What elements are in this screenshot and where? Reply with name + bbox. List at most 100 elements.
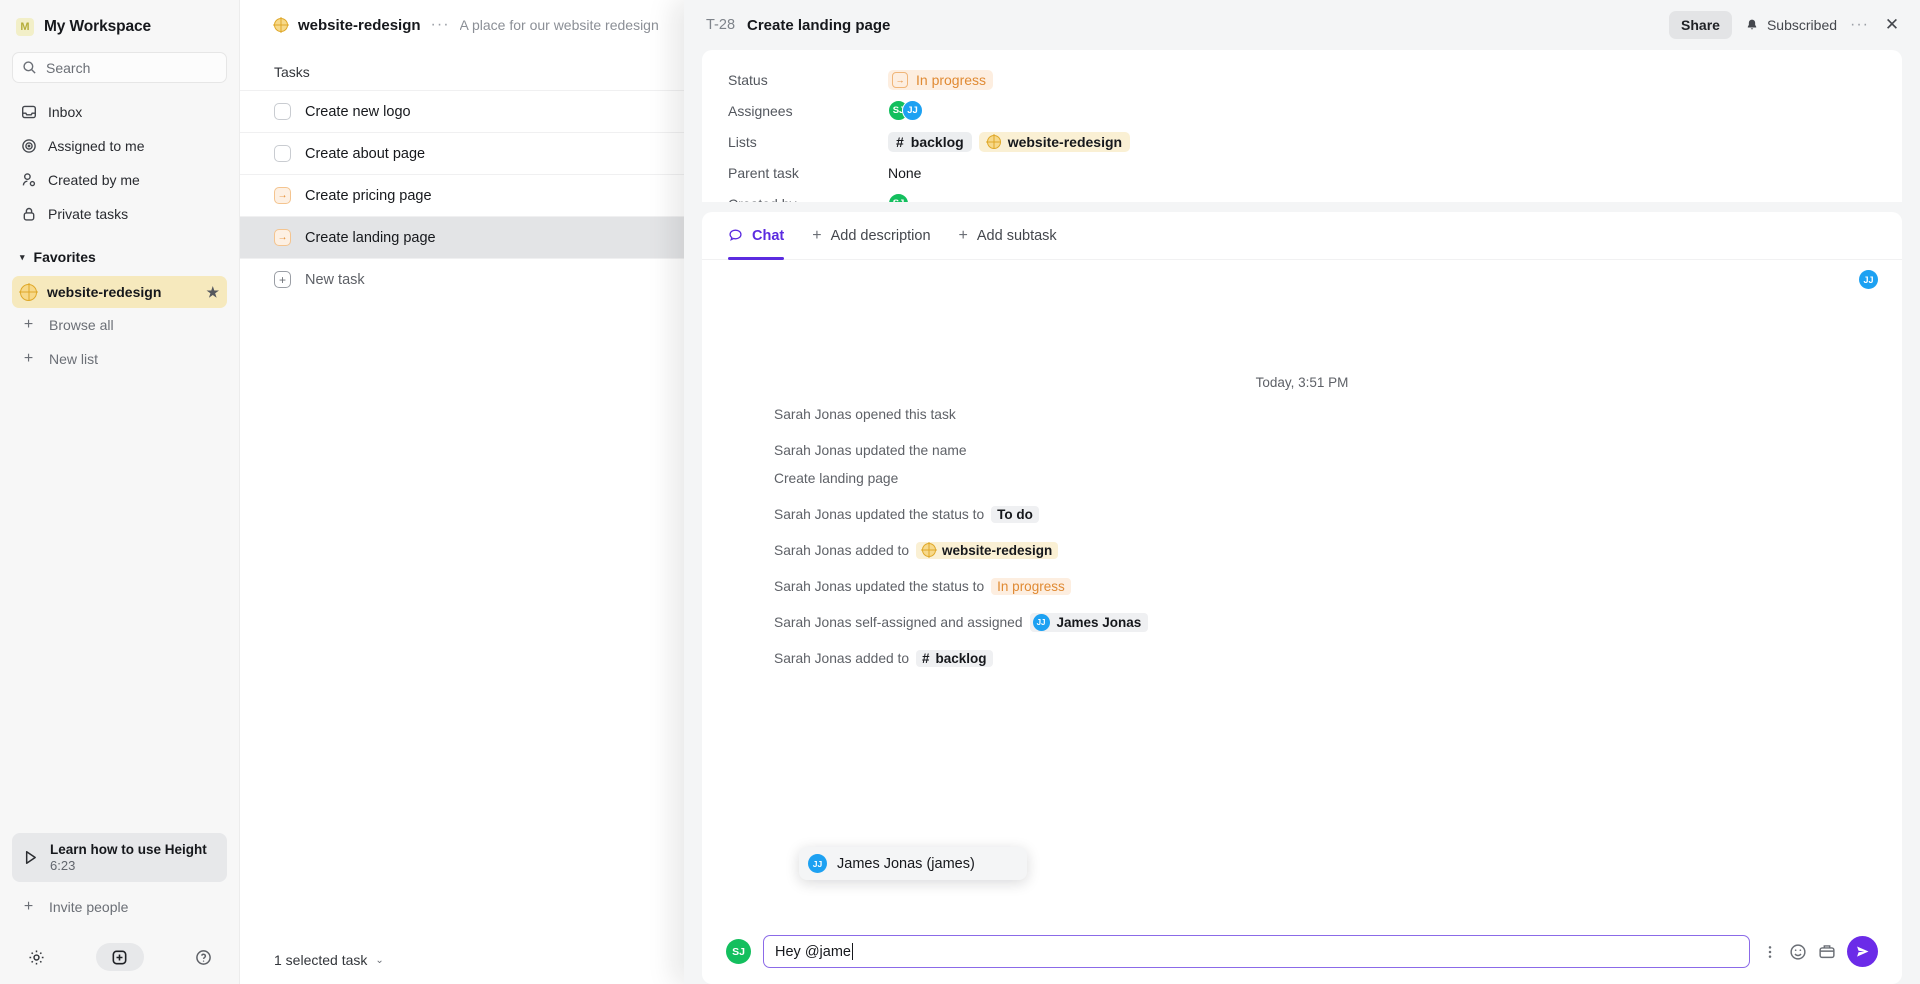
property-label: Lists (728, 133, 757, 150)
tab-chat[interactable]: Chat (728, 212, 785, 260)
help-button[interactable] (189, 943, 217, 971)
event-text: Sarah Jonas updated the name (774, 442, 967, 458)
globe-icon (20, 283, 37, 301)
share-button[interactable]: Share (1669, 11, 1732, 39)
task-id: T-28 (706, 17, 736, 33)
list-item: Sarah Jonas updated the status to To do (774, 502, 1876, 526)
checkbox-icon[interactable] (274, 145, 291, 162)
list-chip: # backlog (916, 649, 993, 667)
sidebar-new-list[interactable]: + New list (12, 342, 227, 376)
message-input[interactable]: Hey @jame (763, 935, 1750, 968)
sidebar-browse-all[interactable]: + Browse all (12, 308, 227, 342)
sidebar-item-label: Browse all (49, 317, 114, 333)
avatar-group[interactable]: SJ JJ (888, 100, 923, 121)
event-text: Sarah Jonas opened this task (774, 406, 956, 422)
checkbox-icon[interactable] (274, 103, 291, 120)
property-value[interactable]: → In progress (888, 69, 994, 90)
property-parent-task[interactable]: Parent task None (702, 157, 1902, 188)
sidebar-item-assigned-to-me[interactable]: Assigned to me (12, 129, 227, 162)
status-badge[interactable]: → In progress (888, 69, 994, 90)
sidebar: M My Workspace Search Inbox Assigned to … (0, 0, 240, 984)
sidebar-invite-people[interactable]: + Invite people (12, 890, 227, 924)
workspace-header[interactable]: M My Workspace (12, 2, 227, 52)
plus-box-icon: + (274, 271, 291, 288)
in-progress-icon[interactable]: → (274, 187, 291, 204)
list-chip-website-redesign[interactable]: website-redesign (978, 131, 1131, 152)
selected-count-label: 1 selected task (274, 952, 368, 968)
sidebar-footer (12, 930, 227, 984)
property-value[interactable]: # backlog website-redesign (888, 131, 1131, 152)
close-icon[interactable]: ✕ (1882, 15, 1902, 35)
task-title: Create landing page (305, 229, 436, 246)
person-chip-label: James Jonas (1056, 614, 1142, 630)
favorites-section-header[interactable]: ▾ Favorites (12, 238, 227, 276)
list-more-icon[interactable]: ··· (431, 16, 450, 34)
mention-suggestion-popup[interactable]: JJ James Jonas (james) (799, 847, 1027, 880)
learn-height-card[interactable]: Learn how to use Height 6:23 (12, 833, 227, 882)
event-text: Sarah Jonas updated the status to (774, 578, 985, 594)
sidebar-item-label: Created by me (48, 171, 140, 188)
task-detail-panel: T-28 Create landing page Share Subscribe… (684, 0, 1920, 984)
plus-icon: + (23, 350, 34, 367)
tab-add-description[interactable]: + Add description (812, 212, 930, 260)
in-progress-icon[interactable]: → (274, 229, 291, 246)
property-value[interactable]: SJ JJ (888, 100, 923, 121)
activity-events: Sarah Jonas opened this task Sarah Jonas… (774, 402, 1876, 682)
sidebar-item-inbox[interactable]: Inbox (12, 95, 227, 128)
learn-card-duration: 6:23 (50, 858, 76, 873)
new-item-button[interactable] (95, 943, 144, 971)
avatar: JJ (1032, 613, 1050, 631)
list-item: Sarah Jonas self-assigned and assigned J… (774, 610, 1876, 634)
globe-icon (274, 18, 288, 32)
page-title[interactable]: Create landing page (747, 17, 890, 34)
task-title: Create about page (305, 145, 426, 162)
sidebar-item-private-tasks[interactable]: Private tasks (12, 197, 227, 230)
subscribed-button[interactable]: Subscribed (1745, 17, 1837, 33)
sidebar-item-created-by-me[interactable]: Created by me (12, 163, 227, 196)
sidebar-item-website-redesign[interactable]: website-redesign ★ (12, 276, 227, 308)
list-chip-backlog[interactable]: # backlog (888, 131, 972, 152)
property-status[interactable]: Status → In progress (702, 64, 1902, 95)
chevron-down-icon[interactable]: ⌄ (375, 955, 383, 966)
activity-feed: JJ Today, 3:51 PM Sarah Jonas opened thi… (702, 260, 1902, 935)
favorites-label: Favorites (33, 249, 96, 265)
send-button[interactable] (1847, 936, 1878, 967)
property-lists[interactable]: Lists # backlog website-redesign (702, 126, 1902, 157)
kebab-icon[interactable] (1762, 944, 1778, 960)
list-name[interactable]: website-redesign (298, 17, 421, 34)
property-assignees[interactable]: Assignees SJ JJ (702, 95, 1902, 126)
sidebar-item-label: Invite people (49, 899, 129, 915)
tab-add-subtask[interactable]: + Add subtask (959, 212, 1057, 260)
star-icon[interactable]: ★ (206, 284, 219, 301)
list-chip-label: website-redesign (942, 542, 1053, 558)
settings-button[interactable] (22, 943, 50, 971)
property-label: Parent task (728, 164, 799, 181)
status-badge: To do (991, 505, 1039, 523)
person-chip: JJ James Jonas (1029, 612, 1149, 632)
mention-suggestion-label: James Jonas (james) (837, 855, 975, 872)
attachment-icon[interactable] (1818, 943, 1836, 961)
plus-icon: + (958, 226, 968, 244)
search-input[interactable]: Search (12, 52, 227, 83)
emoji-icon[interactable] (1789, 943, 1807, 961)
event-text: Sarah Jonas updated the status to (774, 506, 985, 522)
globe-icon (922, 543, 937, 557)
message-composer: SJ Hey @jame (702, 935, 1902, 984)
avatar: JJ (1859, 270, 1878, 289)
hash-icon: # (922, 650, 930, 666)
property-label: Status (728, 71, 768, 88)
list-description: A place for our website redesign (459, 17, 659, 33)
sidebar-item-label: New list (49, 351, 99, 367)
plus-icon: + (23, 316, 34, 333)
globe-icon (986, 134, 1001, 149)
learn-card-title: Learn how to use Height (50, 842, 207, 857)
detail-more-icon[interactable]: ··· (1850, 16, 1869, 34)
plus-icon: + (23, 898, 34, 915)
list-item: Sarah Jonas opened this task (774, 402, 1876, 426)
text-caret (851, 943, 854, 960)
detail-header-actions: Share Subscribed ··· ✕ (1669, 11, 1902, 39)
property-created-by[interactable]: Created by SJ (702, 188, 1902, 202)
list-item: Sarah Jonas updated the name (774, 438, 1876, 462)
property-value: SJ (888, 193, 909, 202)
